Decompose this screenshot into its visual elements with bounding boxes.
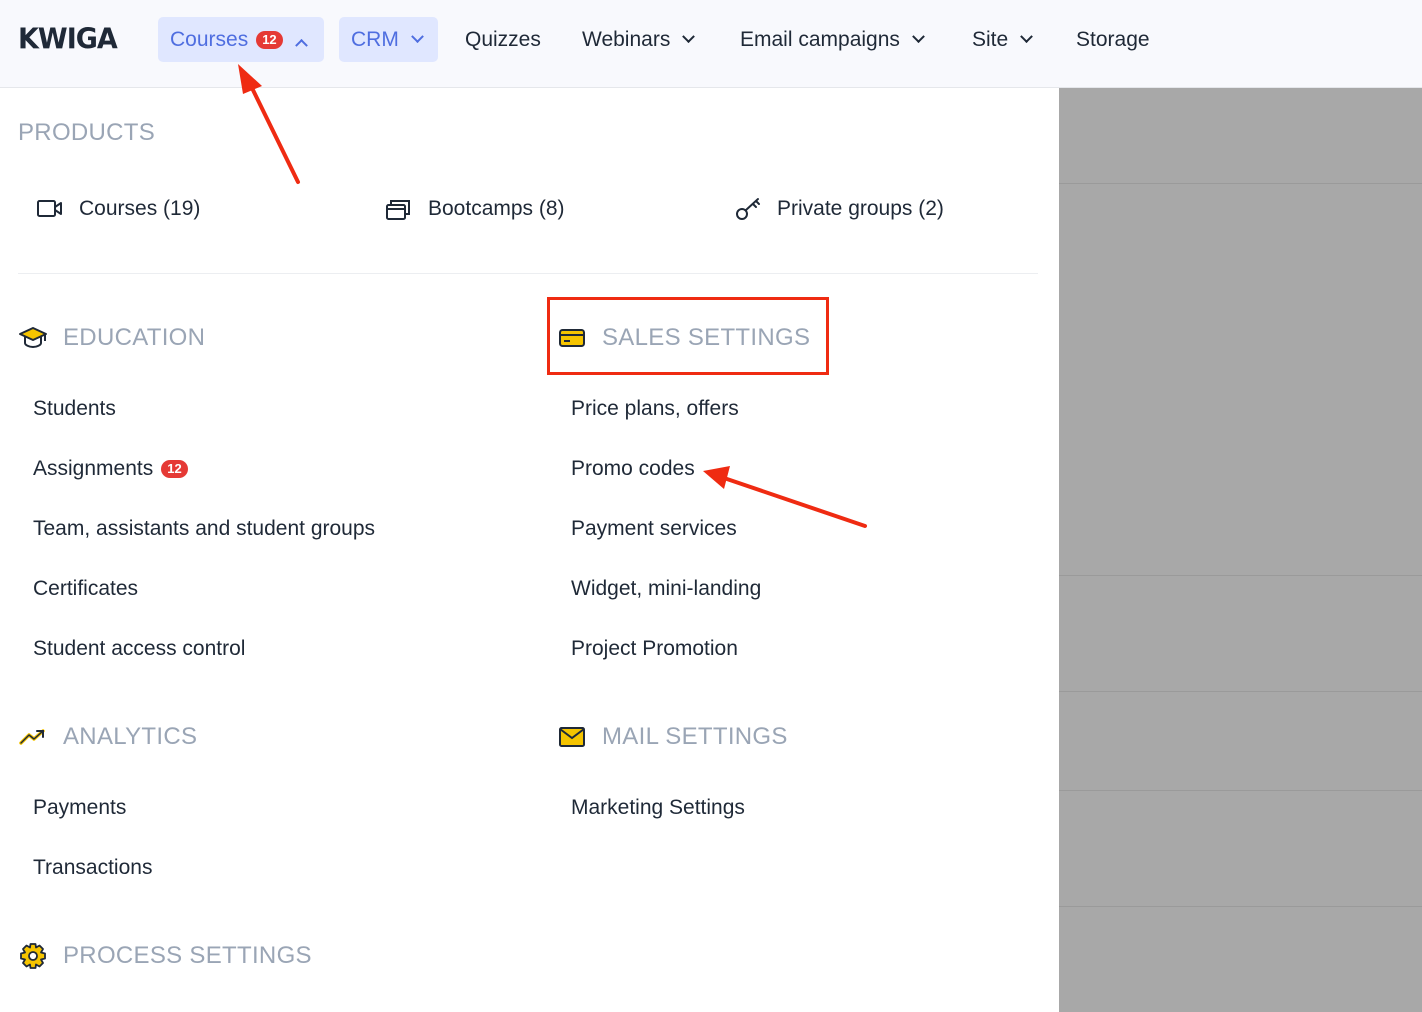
nav-webinars[interactable]: Webinars (570, 17, 705, 62)
nav-storage-label: Storage (1076, 27, 1150, 51)
product-private-groups[interactable]: Private groups (2) (734, 196, 944, 222)
link-promo-codes[interactable]: Promo codes (571, 457, 695, 481)
chevron-down-icon (682, 30, 696, 44)
link-marketing-settings[interactable]: Marketing Settings (571, 796, 745, 820)
nav-quizzes-label: Quizzes (465, 27, 541, 51)
link-payment-services[interactable]: Payment services (571, 517, 737, 541)
section-divider (18, 273, 1038, 274)
stacked-windows-icon (385, 196, 413, 222)
nav-webinars-label: Webinars (582, 27, 671, 51)
link-project-promotion[interactable]: Project Promotion (571, 637, 738, 661)
education-heading: EDUCATION (18, 324, 205, 352)
video-camera-icon (36, 196, 64, 222)
envelope-icon (557, 724, 587, 750)
chevron-down-icon (410, 30, 424, 44)
overlay-divider (1059, 906, 1422, 907)
link-assignments-label: Assignments (33, 457, 154, 480)
key-icon (734, 196, 762, 222)
nav-storage[interactable]: Storage (1064, 17, 1162, 62)
chevron-down-icon (1020, 30, 1034, 44)
page-overlay[interactable] (1059, 88, 1422, 1012)
mail-settings-heading: MAIL SETTINGS (557, 723, 788, 751)
nav-email-label: Email campaigns (740, 27, 900, 51)
nav-crm-label: CRM (351, 27, 399, 51)
mail-settings-title: MAIL SETTINGS (602, 723, 788, 750)
link-widget-mini-landing[interactable]: Widget, mini-landing (571, 577, 761, 601)
chevron-up-icon (294, 38, 308, 52)
link-student-access-control[interactable]: Student access control (33, 637, 245, 661)
assignments-count-badge: 12 (161, 460, 188, 478)
process-settings-heading: PROCESS SETTINGS (18, 942, 312, 970)
link-transactions[interactable]: Transactions (33, 856, 152, 880)
nav-site-label: Site (972, 27, 1009, 51)
products-heading: PRODUCTS (18, 119, 156, 146)
nav-courses[interactable]: Courses 12 (158, 17, 324, 62)
nav-site[interactable]: Site (960, 17, 1043, 62)
nav-courses-label: Courses (170, 27, 249, 51)
product-private-groups-label: Private groups (2) (777, 197, 944, 220)
product-bootcamps[interactable]: Bootcamps (8) (385, 196, 565, 222)
highlight-box (547, 297, 829, 375)
nav-crm[interactable]: CRM (339, 17, 438, 62)
link-students[interactable]: Students (33, 397, 116, 421)
process-settings-title: PROCESS SETTINGS (63, 942, 312, 969)
product-bootcamps-label: Bootcamps (8) (428, 197, 565, 220)
education-title: EDUCATION (63, 324, 206, 351)
product-courses[interactable]: Courses (19) (36, 196, 200, 222)
link-assignments[interactable]: Assignments 12 (33, 457, 188, 481)
link-payments[interactable]: Payments (33, 796, 126, 820)
kwiga-logo[interactable]: KWIGA (18, 23, 118, 56)
trending-up-icon (18, 724, 48, 750)
graduation-cap-icon (18, 325, 48, 351)
gear-icon (18, 943, 48, 969)
nav-quizzes[interactable]: Quizzes (453, 17, 553, 62)
link-price-plans[interactable]: Price plans, offers (571, 397, 739, 421)
nav-email-campaigns[interactable]: Email campaigns (728, 17, 935, 62)
overlay-divider (1059, 790, 1422, 791)
product-courses-label: Courses (19) (79, 197, 201, 220)
top-navigation: KWIGA Courses 12 CRM Quizzes Webinars Em… (0, 0, 1422, 88)
link-certificates[interactable]: Certificates (33, 577, 138, 601)
chevron-down-icon (912, 30, 925, 44)
overlay-divider (1059, 183, 1422, 184)
analytics-heading: ANALYTICS (18, 723, 197, 751)
overlay-divider (1059, 691, 1422, 692)
analytics-title: ANALYTICS (63, 723, 198, 750)
overlay-divider (1059, 575, 1422, 576)
link-team-assistants[interactable]: Team, assistants and student groups (33, 517, 375, 541)
courses-count-badge: 12 (256, 30, 283, 49)
